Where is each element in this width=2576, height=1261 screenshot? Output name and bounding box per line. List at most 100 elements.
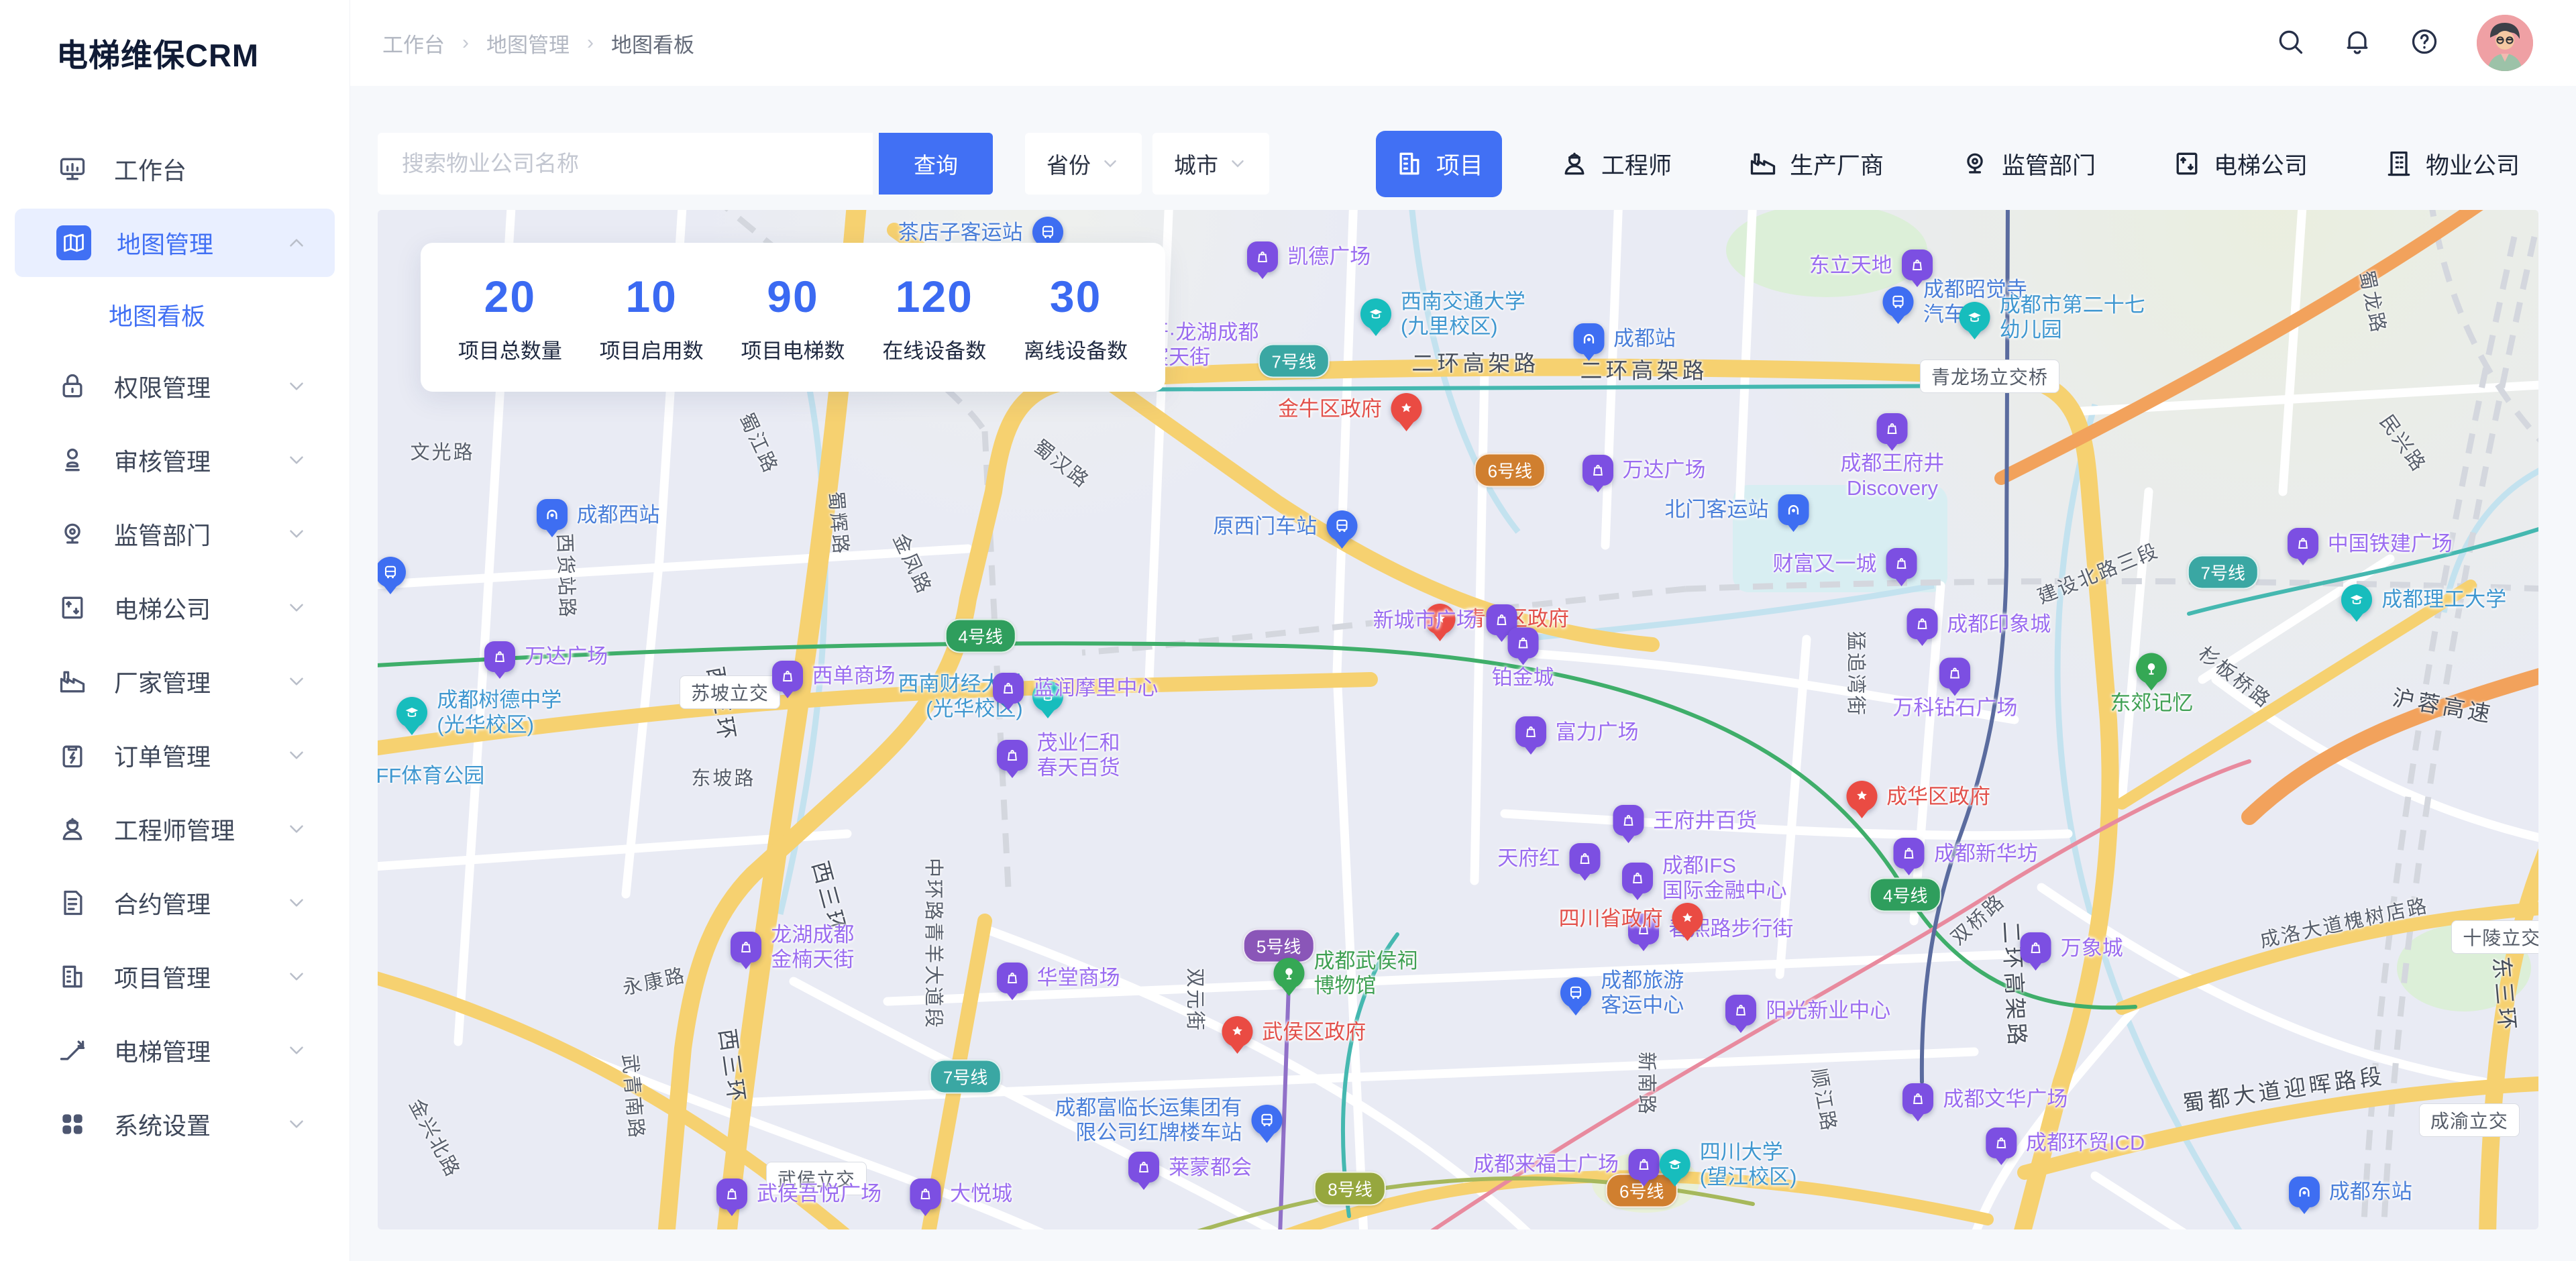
engineer-icon [56,813,89,845]
marker-label: 财富又一城 [1773,551,1877,576]
map-marker-mall[interactable]: 万象城 [2021,932,2123,963]
mall-pin-icon [1886,548,1917,579]
search-input[interactable] [378,133,873,195]
map-marker-mall[interactable]: 万达广场 [1582,455,1706,486]
map-marker-mall[interactable]: 中国铁建广场 [2288,528,2453,559]
breadcrumb-item[interactable]: 地图管理 [486,28,570,58]
map-marker-mall[interactable]: 茂业仁和春天百货 [997,730,1120,780]
search-icon[interactable] [2275,27,2308,59]
map-marker-mall[interactable]: 莱蒙都会 [1128,1152,1252,1183]
map-marker-bus[interactable]: 成都富临长运集团有限公司红牌楼车站 [1055,1095,1282,1145]
map-marker-gov[interactable]: 武侯区政府 [1222,1016,1366,1047]
city-select[interactable]: 城市 [1152,133,1269,195]
sidebar-item-settings[interactable]: 系统设置 [15,1090,335,1158]
map-marker-mall[interactable]: 东立天地 [1809,250,1933,280]
sidebar-item-map[interactable]: 地图管理 [15,209,335,277]
breadcrumb: 工作台 › 地图管理 › 地图看板 [382,28,694,58]
sidebar-item-lock[interactable]: 权限管理 [15,352,335,421]
sidebar-subitem[interactable]: 地图看板 [0,282,350,347]
map-marker-school[interactable]: 成都树德中学(光华校区) [396,688,561,737]
map-marker-mall[interactable]: 武侯吾悦广场 [716,1178,881,1209]
map-marker-school[interactable]: 西南交通大学(九里校区) [1360,289,1525,339]
metro-line-badge: 7号线 [1258,343,1329,378]
map-marker-mall[interactable]: 成都IFS国际金融中心 [1622,853,1787,903]
marker-label: 茂业仁和春天百货 [1037,730,1120,780]
sidebar-item-contract[interactable]: 合约管理 [15,869,335,937]
sidebar-nav: 工作台地图管理地图看板权限管理审核管理监管部门电梯公司厂家管理订单管理工程师管理… [0,135,350,1158]
map-marker-mall[interactable]: 华堂商场 [997,963,1120,993]
tab-物业公司[interactable]: 物业公司 [2365,131,2538,197]
tab-生产厂商[interactable]: 生产厂商 [1729,131,1902,197]
map-marker-mall[interactable]: 王府井百货 [1613,805,1757,836]
settings-icon [56,1108,89,1140]
map-marker-mall[interactable]: 成都来福士广场 [1473,1149,1659,1180]
map-marker-mall[interactable]: 铂金城 [1492,627,1554,690]
search-button[interactable]: 查询 [879,133,993,195]
map-marker-school[interactable]: 成都理工大学 [2341,584,2506,615]
road-label: 双元街 [1183,968,1211,1032]
map-marker-metro[interactable]: 成都东站 [2289,1176,2412,1207]
map-marker-metro[interactable]: 成都站 [1573,323,1676,354]
breadcrumb-item[interactable]: 工作台 [382,28,445,58]
mall-pin-icon [2288,528,2318,559]
marker-label: 万达广场 [525,644,608,669]
map-marker-mall[interactable]: 凯德广场 [1247,241,1371,272]
map-marker-mall[interactable]: 西单商场 [772,661,896,692]
map-marker-gov[interactable]: 成华区政府 [1846,781,1990,812]
factory-icon [1748,149,1778,178]
map-marker-gov[interactable]: 四川省政府 [1559,903,1703,934]
breadcrumb-separator: › [587,32,594,54]
map-marker-mall[interactable]: 成都新华坊 [1894,838,2038,869]
help-icon[interactable] [2410,27,2442,59]
map-marker-school[interactable]: 成都市第二十七幼儿园 [1960,292,2145,342]
map-marker-mall[interactable]: 成都王府井Discovery [1840,413,1944,500]
map-marker-mall[interactable]: 阳光新业中心 [1725,995,1890,1026]
tab-工程师[interactable]: 工程师 [1541,131,1690,197]
tab-电梯公司[interactable]: 电梯公司 [2153,131,2326,197]
map-marker-mall[interactable]: 蓝润摩里中心 [993,673,1158,704]
map-marker-park[interactable]: FF体育公园 [378,761,484,791]
sidebar-item-factory[interactable]: 厂家管理 [15,647,335,716]
map-marker-mall[interactable]: 富力广场 [1515,716,1639,747]
sidebar-item-elevator-co[interactable]: 电梯公司 [15,573,335,642]
map-marker-school[interactable]: 四川大学(望江校区) [1660,1140,1797,1189]
map-marker-museum[interactable]: 成都武侯祠博物馆 [1274,948,1418,998]
map-marker-mall[interactable]: 成都文华广场 [1902,1083,2068,1114]
notification-bell-icon[interactable] [2343,27,2375,59]
sidebar-item-engineer[interactable]: 工程师管理 [15,795,335,863]
tab-项目[interactable]: 项目 [1376,131,1502,197]
map-marker-mall[interactable]: 万科钻石广场 [1892,658,2017,720]
marker-label: 成都东站 [2329,1179,2412,1204]
map-marker-bus[interactable]: 成都旅游客运中心 [1560,968,1684,1018]
map-marker-bus[interactable]: 原西门车站 [1213,510,1357,541]
sidebar-item-escalator[interactable]: 电梯管理 [15,1016,335,1085]
sidebar-item-dashboard[interactable]: 工作台 [15,135,335,203]
sidebar-item-monitor-dept[interactable]: 监管部门 [15,500,335,568]
stats-card: 20 项目总数量10 项目启用数90 项目电梯数120 在线设备数30 离线设备… [421,243,1165,392]
avatar[interactable] [2477,15,2533,71]
road-label: 苏坡立交 [680,675,780,709]
map-marker-mall[interactable]: 天府红 [1497,843,1600,874]
map-marker-metro[interactable]: 成都西站 [537,499,660,530]
province-select[interactable]: 省份 [1025,133,1142,195]
marker-label: 华堂商场 [1037,965,1120,990]
map-marker-gov[interactable]: 金牛区政府 [1278,393,1422,424]
map-marker-mall[interactable]: 财富又一城 [1773,548,1917,579]
tab-监管部门[interactable]: 监管部门 [1941,131,2114,197]
map-canvas[interactable]: 20 项目总数量10 项目启用数90 项目电梯数120 在线设备数30 离线设备… [378,210,2538,1229]
map-marker-museum[interactable]: 东郊记忆 [2110,653,2193,715]
elevator-co-icon [56,592,89,624]
marker-label: 茶店子客运站 [898,220,1023,245]
sidebar-item-audit[interactable]: 审核管理 [15,426,335,494]
map-marker-metro[interactable]: 北门客运站 [1665,494,1809,525]
map-marker-mall[interactable]: 成都印象城 [1907,608,2051,639]
map-marker-mall[interactable]: 大悦城 [910,1178,1012,1209]
map-marker-mall[interactable]: 龙湖成都金楠天街 [731,922,854,972]
mall-pin-icon [997,740,1028,771]
stat-项目总数量: 20 项目总数量 [458,271,562,364]
map-marker-bus[interactable] [378,557,406,588]
map-marker-mall[interactable]: 成都环贸ICD [1986,1128,2145,1158]
sidebar-item-project[interactable]: 项目管理 [15,942,335,1011]
map-marker-mall[interactable]: 万达广场 [484,641,608,672]
sidebar-item-order[interactable]: 订单管理 [15,721,335,789]
